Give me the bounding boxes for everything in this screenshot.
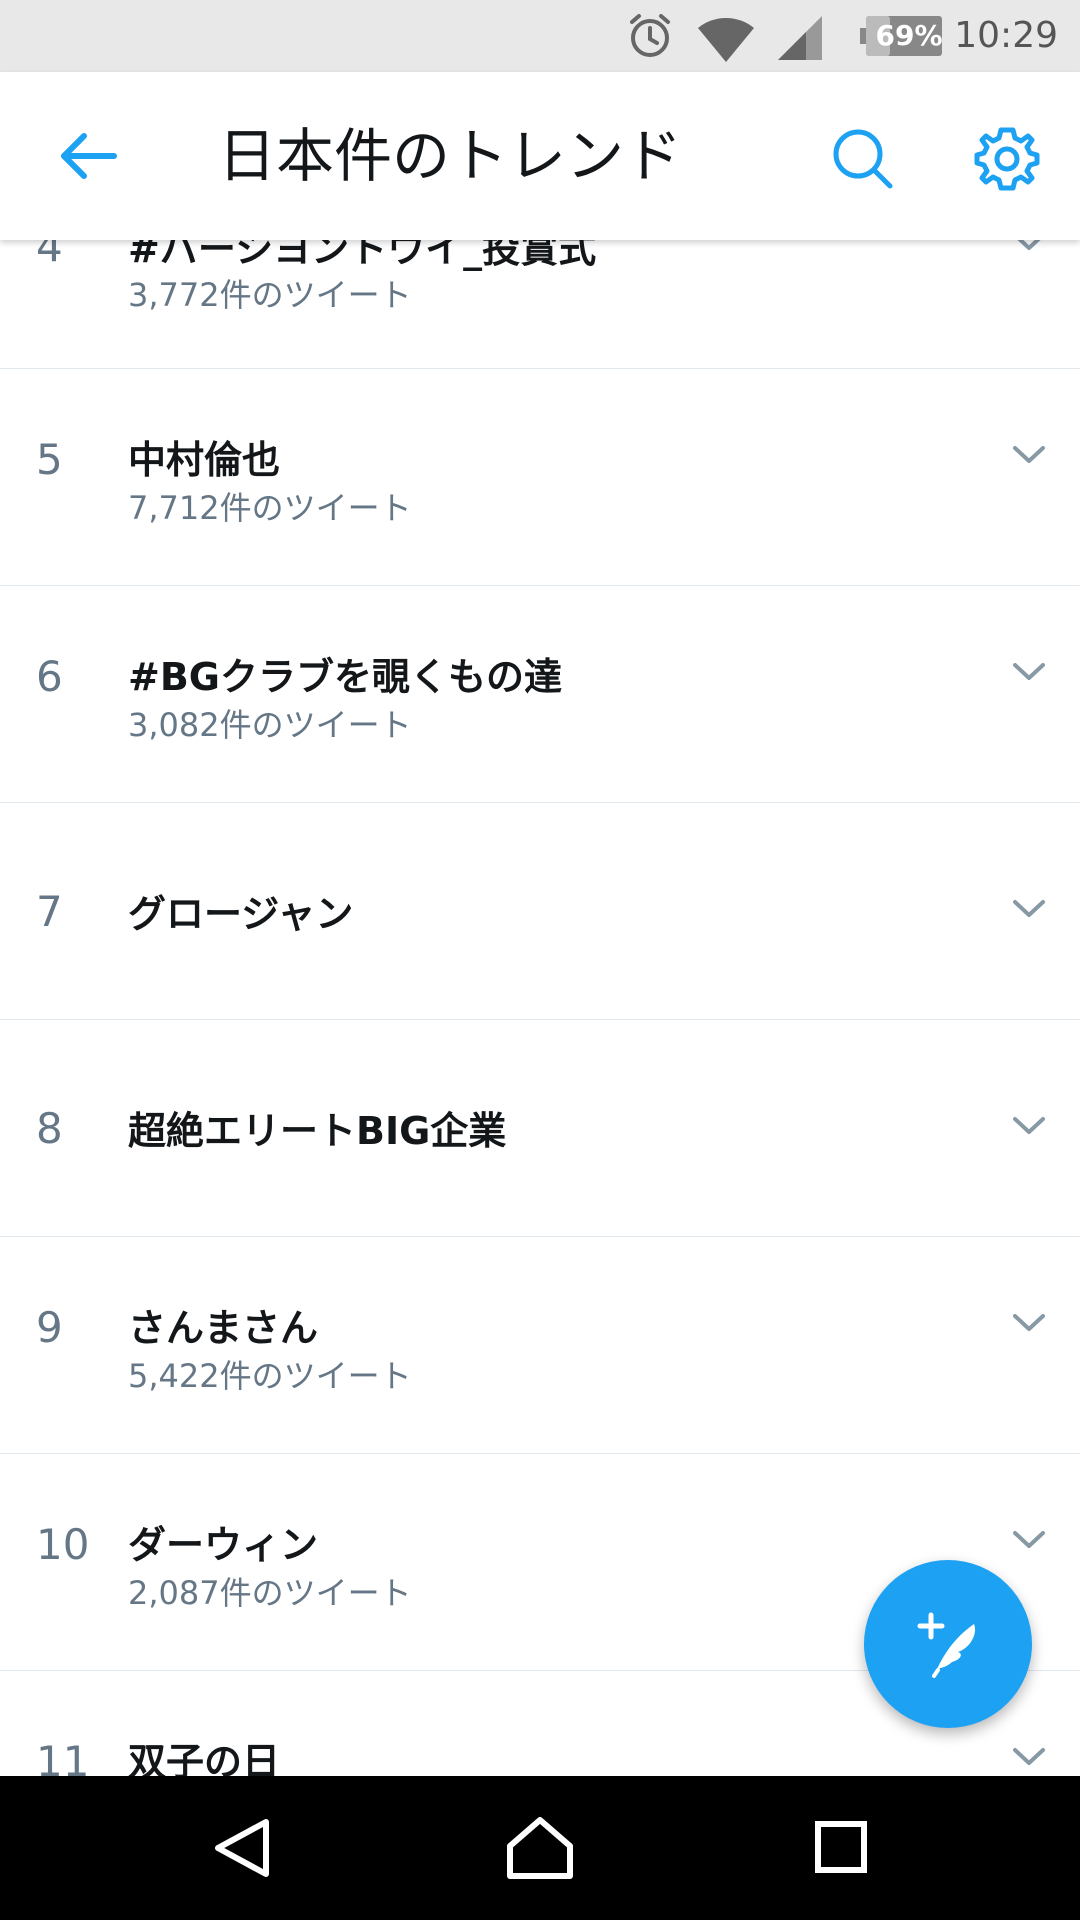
battery-icon: 69% [860, 16, 948, 56]
trend-name: さんまさん [128, 1306, 319, 1350]
trend-rank: 8 [36, 1104, 63, 1153]
trend-row[interactable]: 9 さんまさん 5,422件のツイート [0, 1237, 1080, 1455]
arrow-left-icon[interactable] [58, 132, 118, 180]
tweet-count: 3,772件のツイート [128, 276, 412, 314]
trend-name: 超絶エリートBIG企業 [128, 1109, 507, 1153]
trend-rank: 5 [36, 435, 63, 484]
trend-row[interactable]: 5 中村倫也 7,712件のツイート [0, 369, 1080, 587]
gear-icon[interactable] [974, 126, 1040, 192]
app-bar: 日本件のトレンド [0, 72, 1080, 240]
tweet-count: 3,082件のツイート [128, 706, 412, 744]
trends-list[interactable]: 4 #バーシヨントウイ_投賞式 3,772件のツイート 5 中村倫也 7,712… [0, 0, 1080, 1776]
wifi-icon [698, 17, 754, 63]
tweet-count: 2,087件のツイート [128, 1574, 412, 1612]
page-title: 日本件のトレンド [218, 122, 683, 190]
chevron-down-icon[interactable] [1012, 1530, 1046, 1550]
tweet-count: 7,712件のツイート [128, 489, 412, 527]
trend-name: ダーウィン [128, 1523, 319, 1567]
trend-rank: 10 [36, 1520, 90, 1569]
chevron-down-icon[interactable] [1012, 445, 1046, 465]
trend-name: 中村倫也 [128, 438, 281, 482]
trend-row[interactable]: 8 超絶エリートBIG企業 [0, 1020, 1080, 1238]
chevron-down-icon[interactable] [1012, 899, 1046, 919]
cellular-signal-icon [778, 16, 822, 60]
chevron-down-icon[interactable] [1012, 662, 1046, 682]
compose-tweet-button[interactable] [864, 1560, 1032, 1728]
battery-level: 69% [875, 19, 943, 52]
trend-name: 双子の日 [128, 1740, 281, 1776]
tweet-count: 5,422件のツイート [128, 1357, 412, 1395]
trend-rank: 7 [36, 887, 63, 936]
nav-recents-icon[interactable] [814, 1820, 868, 1874]
compose-tweet-icon [917, 1612, 976, 1678]
trend-name: グロージャン [128, 892, 354, 936]
alarm-icon [630, 14, 670, 57]
trend-rank: 9 [36, 1303, 63, 1352]
trend-row[interactable]: 6 #BGクラブを覗くもの達 3,082件のツイート [0, 586, 1080, 804]
chevron-down-icon[interactable] [1012, 1116, 1046, 1136]
trend-rank: 11 [36, 1737, 90, 1776]
trend-row[interactable]: 7 グロージャン [0, 803, 1080, 1021]
chevron-down-icon[interactable] [1012, 1313, 1046, 1333]
trend-rank: 6 [36, 652, 63, 701]
system-nav-bar [0, 1776, 1080, 1920]
nav-home-icon[interactable] [506, 1816, 574, 1880]
clock: 10:29 [954, 15, 1058, 56]
trend-name: #BGクラブを覗くもの達 [128, 655, 562, 699]
search-icon[interactable] [830, 126, 894, 190]
status-bar: 69% 10:29 [0, 0, 1080, 72]
chevron-down-icon[interactable] [1012, 1747, 1046, 1767]
nav-back-icon[interactable] [212, 1816, 272, 1880]
